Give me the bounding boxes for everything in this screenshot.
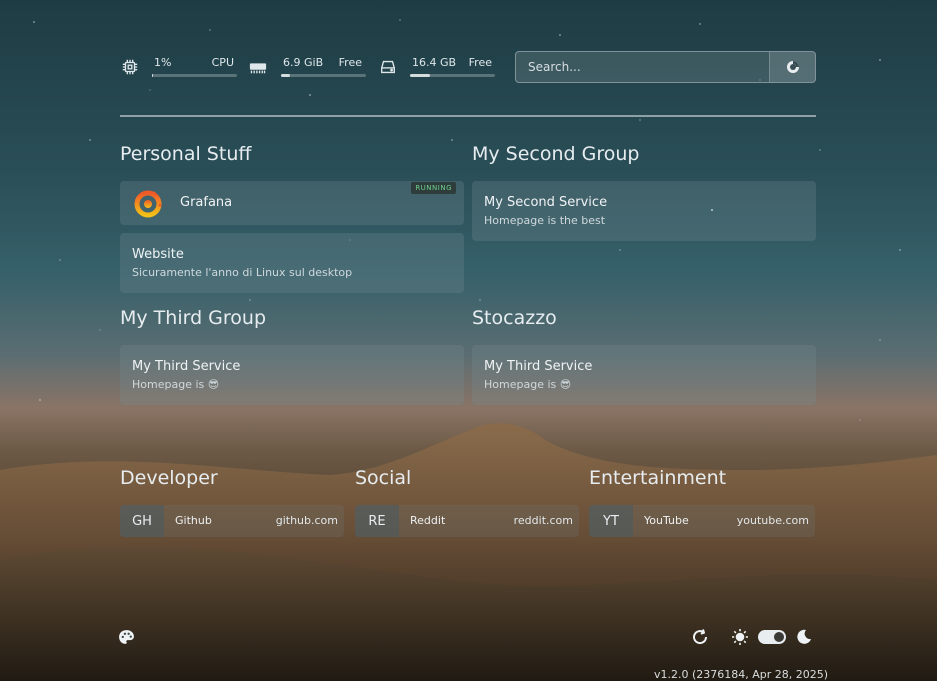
bookmark-abbreviation: GH: [120, 505, 164, 537]
moon-icon[interactable]: [795, 628, 813, 646]
service-description: Homepage is 😎: [132, 378, 220, 391]
bookmark-name: Reddit: [410, 514, 446, 527]
bookmark-url: reddit.com: [513, 514, 573, 527]
memory-label: Free: [338, 56, 362, 69]
disk-widget: 16.4 GB Free: [378, 52, 496, 82]
bookmark-url: github.com: [275, 514, 338, 527]
bookmark-url: youtube.com: [736, 514, 809, 527]
service-name: Website: [132, 247, 184, 262]
service-card-grafana[interactable]: Grafana RUNNING: [120, 181, 464, 225]
service-name: Grafana: [180, 195, 233, 210]
cpu-widget: 1% CPU: [120, 52, 238, 82]
group-title-my-third-group: My Third Group: [120, 307, 267, 329]
bookmark-group-title-developer: Developer: [120, 467, 218, 489]
toggle-knob: [774, 632, 784, 642]
bookmark-group-title-entertainment: Entertainment: [589, 467, 727, 489]
service-card-my-third-service[interactable]: My Third Service Homepage is 😎: [120, 345, 464, 405]
disk-icon: [381, 60, 395, 74]
sun-icon[interactable]: [731, 628, 749, 646]
service-description: Sicuramente l'anno di Linux sul desktop: [132, 266, 353, 279]
search-box: [515, 51, 816, 83]
bookmark-group-title-social: Social: [355, 467, 412, 489]
disk-label: Free: [468, 56, 492, 69]
service-description: Homepage is the best: [484, 214, 606, 227]
search-provider-button[interactable]: [769, 52, 815, 82]
palette-icon[interactable]: [118, 629, 135, 646]
dark-mode-toggle[interactable]: [758, 630, 786, 644]
service-name: My Third Service: [132, 359, 241, 374]
bookmark-name: YouTube: [644, 514, 689, 527]
mountain-background: [0, 423, 937, 681]
service-card-my-second-service[interactable]: My Second Service Homepage is the best: [472, 181, 816, 241]
header-divider: [120, 115, 816, 117]
memory-icon: [249, 63, 267, 74]
cpu-usage-bar: [152, 74, 237, 77]
memory-widget: 6.9 GiB Free: [248, 52, 366, 82]
bookmark-github[interactable]: GH Github github.com: [120, 505, 344, 537]
bookmark-reddit[interactable]: RE Reddit reddit.com: [355, 505, 579, 537]
cpu-icon: [122, 59, 138, 75]
service-card-website[interactable]: Website Sicuramente l'anno di Linux sul …: [120, 233, 464, 293]
service-card-stocazzo-third-service[interactable]: My Third Service Homepage is 😎: [472, 345, 816, 405]
memory-usage-bar: [281, 74, 366, 77]
grafana-icon: [134, 190, 162, 218]
starry-sky-background: [33, 19, 901, 421]
bookmark-name: Github: [175, 514, 212, 527]
bookmark-youtube[interactable]: YT YouTube youtube.com: [589, 505, 815, 537]
bookmark-abbreviation: YT: [589, 505, 633, 537]
service-name: My Third Service: [484, 359, 593, 374]
memory-value: 6.9 GiB: [283, 56, 324, 69]
service-description: Homepage is 😎: [484, 378, 572, 391]
group-title-personal-stuff: Personal Stuff: [120, 143, 252, 165]
cpu-value: 1%: [154, 56, 172, 69]
bookmark-abbreviation: RE: [355, 505, 399, 537]
search-provider-icon: [786, 61, 799, 73]
disk-usage-bar: [410, 74, 495, 77]
resource-widgets: 1% CPU 6.9 GiB Free 16.4 GB Free: [120, 52, 500, 82]
cpu-label: CPU: [211, 56, 234, 69]
refresh-icon[interactable]: [691, 628, 709, 646]
status-badge: RUNNING: [411, 182, 456, 194]
service-name: My Second Service: [484, 195, 608, 210]
group-title-my-second-group: My Second Group: [472, 143, 640, 165]
group-title-stocazzo: Stocazzo: [472, 307, 557, 329]
search-input[interactable]: [516, 52, 770, 82]
version-label: v1.2.0 (2376184, Apr 28, 2025): [654, 668, 829, 681]
disk-value: 16.4 GB: [412, 56, 457, 69]
